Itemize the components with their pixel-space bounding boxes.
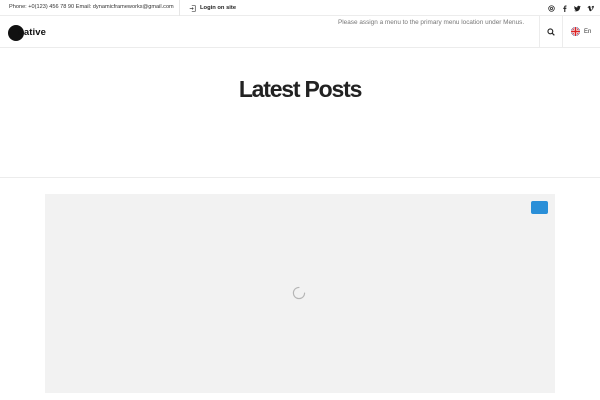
language-label: En xyxy=(584,28,592,35)
header-divider xyxy=(539,16,540,48)
login-link[interactable]: Login on site xyxy=(189,3,236,13)
facebook-icon[interactable] xyxy=(561,4,568,12)
slider-control-button[interactable] xyxy=(531,201,548,214)
page-title: Latest Posts xyxy=(238,76,363,102)
vimeo-icon[interactable] xyxy=(587,5,594,12)
page-header: Latest Posts xyxy=(0,48,600,178)
loading-spinner-icon xyxy=(292,286,306,300)
instagram-icon[interactable] xyxy=(548,4,555,12)
header-divider xyxy=(562,16,563,48)
social-links xyxy=(542,3,594,13)
topbar-divider xyxy=(179,0,180,16)
login-label: Login on site xyxy=(200,5,237,11)
search-button[interactable] xyxy=(545,26,557,38)
search-icon xyxy=(547,28,555,36)
site-header: native Please assign a menu to the prima… xyxy=(0,16,600,48)
contact-info: Phone: +0(123) 456 78 90 Email: dynamicf… xyxy=(9,4,174,10)
site-logo[interactable]: native xyxy=(8,24,46,41)
posts-slider xyxy=(45,194,555,393)
login-icon xyxy=(189,4,196,12)
top-bar: Phone: +0(123) 456 78 90 Email: dynamicf… xyxy=(0,0,600,16)
language-switcher[interactable]: En xyxy=(571,27,591,36)
twitter-icon[interactable] xyxy=(574,5,581,12)
primary-menu-notice: Please assign a menu to the primary menu… xyxy=(338,19,525,26)
uk-flag-icon xyxy=(571,27,580,36)
logo-text: native xyxy=(18,27,47,38)
